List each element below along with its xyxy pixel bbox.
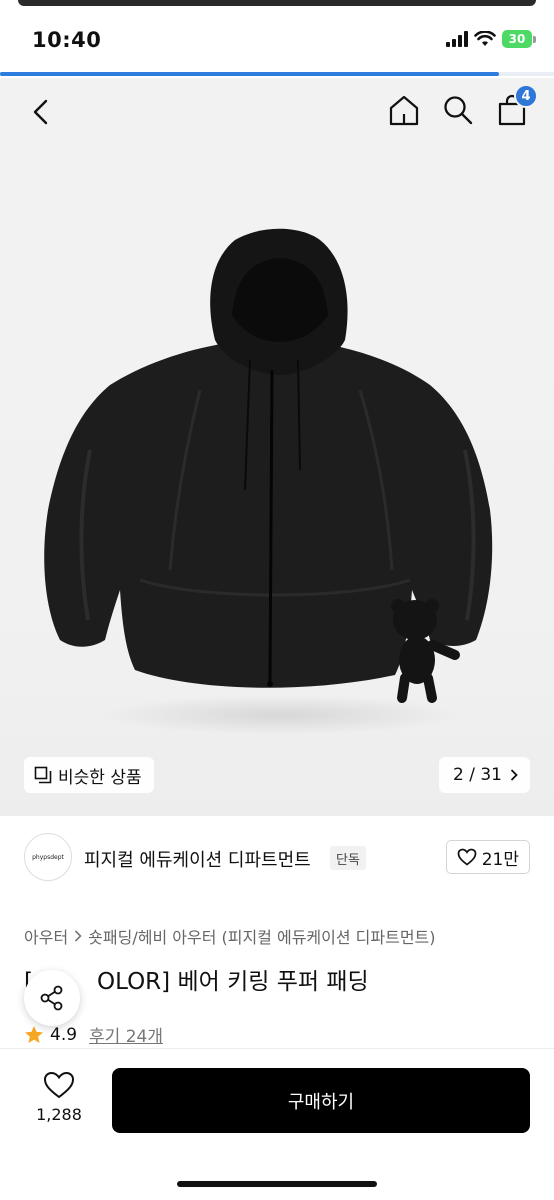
bottom-action-bar: 1,288 구매하기 <box>0 1048 554 1200</box>
search-button[interactable] <box>440 90 476 130</box>
status-icons: 30 <box>446 30 536 48</box>
page-progress-bar <box>0 72 554 76</box>
rating-score: 4.9 <box>50 1024 78 1045</box>
chevron-right-icon <box>75 930 82 942</box>
chevron-right-icon <box>510 769 518 781</box>
brand-row: phypsdept 피지컬 에듀케이션 디파트먼트 단독 21만 <box>0 816 554 900</box>
breadcrumb-item-outer[interactable]: 아우터 <box>24 924 68 948</box>
top-strip <box>18 0 536 6</box>
home-icon <box>389 95 419 126</box>
image-page-count: 2 / 31 <box>453 765 502 785</box>
heart-icon <box>457 848 477 866</box>
battery-icon: 30 <box>502 30 536 48</box>
brand-logo-text: phypsdept <box>32 853 64 861</box>
similar-products-button[interactable]: 비슷한 상품 <box>24 757 154 793</box>
share-icon <box>40 985 63 1011</box>
search-icon <box>444 96 473 125</box>
cart-button[interactable]: 4 <box>494 84 538 130</box>
breadcrumb-item-subcategory[interactable]: 숏패딩/헤비 아우터 (피지컬 에듀케이션 디파트먼트) <box>88 924 435 948</box>
brand-logo[interactable]: phypsdept <box>24 833 72 881</box>
back-button[interactable] <box>26 96 58 128</box>
product-photo-puffer-jacket <box>44 228 493 703</box>
page-progress-fill <box>0 72 499 76</box>
wifi-icon <box>474 31 496 46</box>
image-page-indicator[interactable]: 2 / 31 <box>439 757 530 793</box>
similar-products-label: 비슷한 상품 <box>58 767 142 788</box>
brand-like-button[interactable]: 21만 <box>445 840 530 874</box>
battery-level: 30 <box>502 30 532 48</box>
nav-actions: 4 <box>386 84 538 130</box>
buy-button[interactable]: 구매하기 <box>112 1068 530 1133</box>
wishlist-count: 1,288 <box>36 1105 82 1124</box>
product-image-gallery[interactable]: 비슷한 상품 2 / 31 <box>0 150 554 816</box>
home-button[interactable] <box>386 90 422 130</box>
exclusive-badge: 단독 <box>330 846 366 870</box>
cart-count-badge: 4 <box>514 84 538 108</box>
category-breadcrumb: 아우터 숏패딩/헤비 아우터 (피지컬 에듀케이션 디파트먼트) <box>24 924 436 948</box>
status-time: 10:40 <box>32 28 102 52</box>
wishlist-button[interactable]: 1,288 <box>28 1071 90 1124</box>
brand-name[interactable]: 피지컬 에듀케이션 디파트먼트 <box>84 846 311 872</box>
product-title-text: OLOR] 베어 키링 푸퍼 패딩 <box>96 969 369 995</box>
heart-icon <box>43 1071 75 1099</box>
home-indicator <box>177 1181 377 1187</box>
brand-like-count: 21만 <box>481 849 519 870</box>
nav-header: 4 <box>0 78 554 150</box>
review-count-link[interactable]: 후기 24개 <box>89 1022 163 1047</box>
status-bar: 10:40 30 <box>0 10 554 70</box>
star-icon <box>25 1025 43 1043</box>
similar-items-icon <box>34 766 52 784</box>
cellular-signal-icon <box>446 31 468 47</box>
share-button[interactable] <box>24 970 80 1026</box>
rating-row: 4.9 후기 24개 <box>24 1022 163 1047</box>
